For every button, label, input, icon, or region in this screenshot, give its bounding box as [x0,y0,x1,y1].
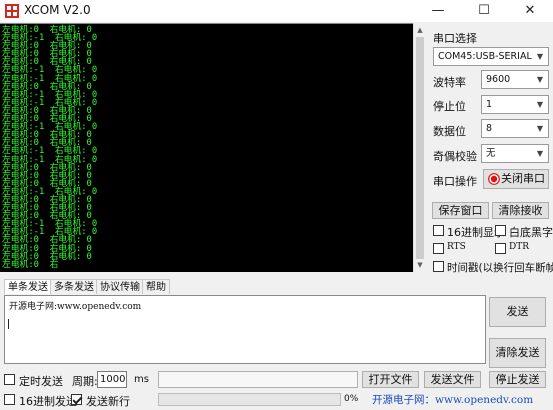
file-path-field[interactable] [158,371,358,388]
parity-select[interactable]: 无 ▼ [481,144,549,163]
chevron-down-icon: ▼ [536,124,544,133]
baud-label: 波特率 [433,76,466,89]
data-bits-select[interactable]: 8 ▼ [481,119,549,138]
chevron-down-icon: ▼ [536,149,544,158]
maximize-button[interactable]: ☐ [461,0,507,22]
chevron-down-icon: ▼ [536,75,544,84]
chevron-down-icon: ▼ [536,52,544,61]
hex-send-checkbox[interactable] [4,394,15,405]
hex-display-checkbox[interactable] [433,225,444,236]
send-button[interactable]: 发送 [489,297,546,327]
terminal-scrollbar[interactable]: ▲ ▼ [413,23,426,272]
period-label: 周期: [72,375,98,388]
port-operation-label: 串口操作 [433,175,477,188]
baud-select-value: 9600 [486,74,511,85]
send-textarea[interactable]: 开源电子网:www.openedv.com [4,295,486,364]
save-window-button[interactable]: 保存窗口 [432,202,489,219]
timed-send-label: 定时发送 [19,375,63,388]
stop-bits-select[interactable]: 1 ▼ [481,95,549,114]
timed-send-checkbox[interactable] [4,374,15,385]
baud-select[interactable]: 9600 ▼ [481,70,549,89]
scrollbar-thumb[interactable] [416,37,424,259]
clear-send-button[interactable]: 清除发送 [489,338,546,368]
red-indicator-icon [488,173,500,185]
period-input[interactable]: 1000 [97,371,127,388]
port-select[interactable]: COM45:USB-SERIAL ▼ [433,47,549,66]
title-bar: XCOM V2.0 — ☐ ✕ [0,0,553,22]
tab-protocol[interactable]: 协议传输 [96,279,144,294]
progress-percent: 0% [344,394,359,404]
terminal-line: 左电机:0 右 [2,259,59,270]
receive-terminal[interactable]: 左电机:0 右电机: 0 左电机:-1 右电机: 0 左电机:0 右电机: 0 左电机… [0,23,413,272]
stop-bits-label: 停止位 [433,100,466,113]
parity-label: 奇偶校验 [433,150,477,163]
send-progress-bar [158,393,341,406]
scroll-up-icon[interactable]: ▲ [414,24,426,36]
send-text: 开源电子网:www.openedv.com [9,302,142,312]
tab-help[interactable]: 帮助 [142,279,170,294]
stop-send-button[interactable]: 停止发送 [489,371,546,388]
close-window-button[interactable]: ✕ [507,0,553,22]
send-file-button[interactable]: 发送文件 [424,371,481,388]
send-newline-checkbox[interactable] [71,394,82,405]
tab-single-send[interactable]: 单条发送 [4,279,52,294]
stop-bits-value: 1 [486,99,493,110]
hex-send-label: 16进制发送 [19,395,77,408]
white-bg-label: 白底黑字 [509,226,553,239]
white-bg-checkbox[interactable] [495,225,506,236]
data-bits-value: 8 [486,123,493,134]
close-port-label: 关闭串口 [501,172,545,185]
parity-value: 无 [486,148,496,159]
dtr-checkbox[interactable] [495,243,506,254]
dtr-label: DTR [509,242,529,252]
minimize-button[interactable]: — [415,0,461,22]
chevron-down-icon: ▼ [536,100,544,109]
rts-checkbox[interactable] [433,243,444,254]
port-select-label: 串口选择 [433,32,477,45]
timestamp-checkbox[interactable] [433,261,444,272]
xcom-logo-icon [5,4,19,18]
rts-label: RTS [447,242,466,252]
website-link[interactable]: 开源电子网：www.openedv.com [372,392,533,407]
timestamp-label: 时间戳(以换行回车断帧) [447,262,553,274]
window-title: XCOM V2.0 [24,3,91,17]
send-newline-label: 发送新行 [86,395,130,408]
terminal-line: 左电机:0 右电机: 0 [2,251,92,262]
open-file-button[interactable]: 打开文件 [362,371,419,388]
tab-multi-send[interactable]: 多条发送 [50,279,98,294]
text-caret [8,319,9,329]
period-unit: ms [134,374,149,385]
scroll-down-icon[interactable]: ▼ [414,259,426,271]
terminal-lines: 左电机:0 右电机: 0 左电机:-1 右电机: 0 左电机:0 右电机: 0 左电机… [2,26,413,270]
port-select-value: COM45:USB-SERIAL [438,51,532,62]
clear-receive-button[interactable]: 清除接收 [492,202,549,219]
close-port-button[interactable]: 关闭串口 [483,169,549,189]
data-bits-label: 数据位 [433,125,466,138]
